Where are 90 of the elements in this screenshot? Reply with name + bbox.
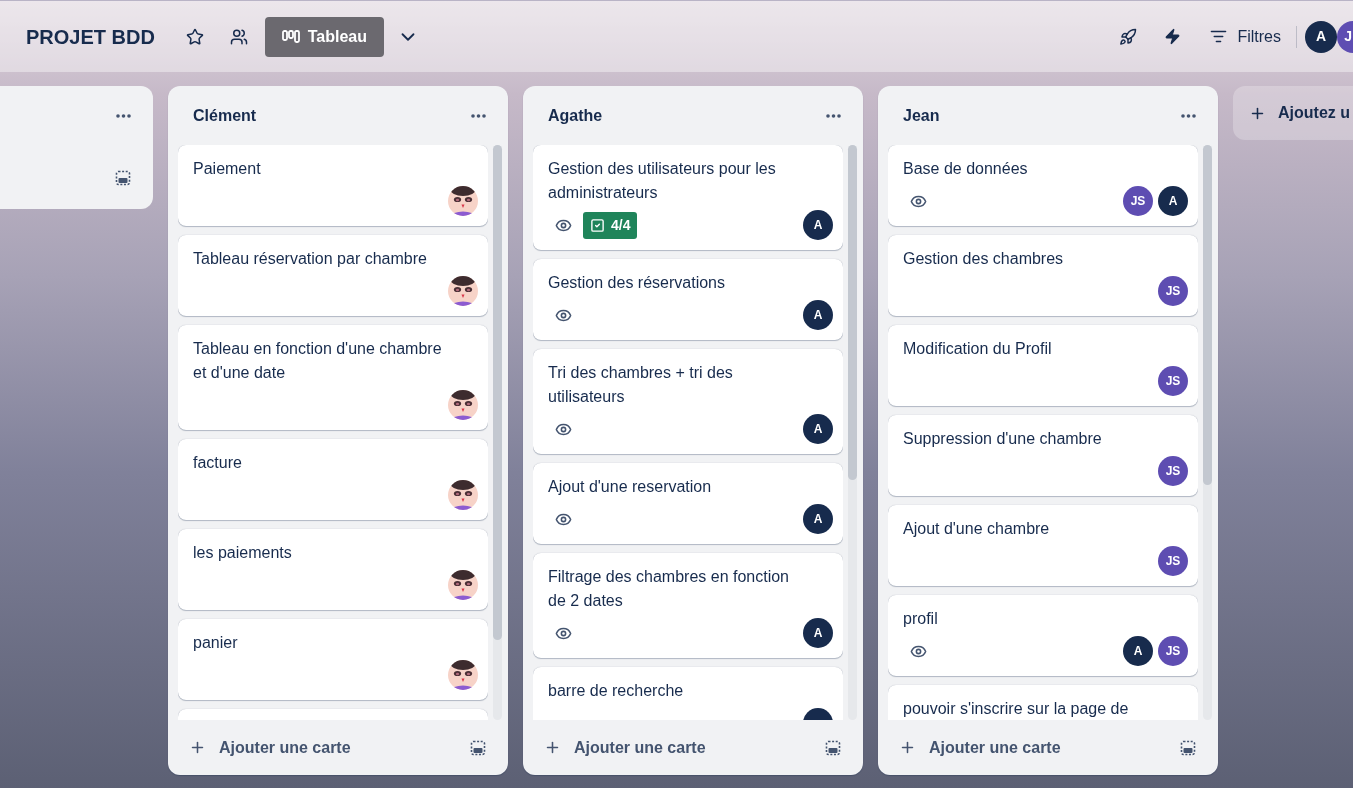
card[interactable]: Tri des chambres + tri des utilisateurs A bbox=[533, 349, 843, 454]
member-avatar[interactable]: A bbox=[1158, 186, 1188, 216]
card-title: facture bbox=[193, 453, 243, 473]
card[interactable]: facture bbox=[178, 439, 488, 520]
checkbox-icon bbox=[590, 217, 605, 233]
template-icon bbox=[1180, 739, 1196, 756]
member-avatar[interactable]: JS bbox=[1123, 186, 1153, 216]
add-card-button[interactable]: Ajouter une carte bbox=[178, 731, 363, 764]
card[interactable]: Gestion des utilisateurs pour les administrateurs 4/4 A bbox=[533, 145, 843, 250]
cartoon-avatar-icon bbox=[448, 390, 478, 420]
card-title: Gestion des réservations bbox=[548, 273, 726, 293]
board-icon bbox=[281, 30, 300, 43]
member-avatar[interactable]: A bbox=[1305, 20, 1337, 53]
ellipsis-icon bbox=[115, 114, 131, 118]
ellipsis-icon bbox=[825, 113, 841, 118]
filter-icon bbox=[1210, 28, 1228, 45]
card-title: Tri des chambres + tri des utilisateurs bbox=[548, 363, 734, 407]
list-title[interactable]: Agathe bbox=[548, 103, 603, 128]
scrollbar-thumb[interactable] bbox=[1203, 145, 1212, 485]
card[interactable]: Gestion des réservations A bbox=[533, 259, 843, 340]
card-title: Gestion des utilisateurs pour les administrateurs bbox=[548, 159, 777, 203]
member-avatar[interactable]: JS bbox=[1158, 546, 1188, 576]
member-avatar[interactable]: J bbox=[1337, 20, 1353, 53]
scrollbar-thumb[interactable] bbox=[848, 145, 857, 480]
list-title[interactable]: Clément bbox=[193, 103, 257, 128]
add-list-button[interactable]: Ajoutez u bbox=[1233, 86, 1353, 140]
card-title: Base de données bbox=[903, 159, 1029, 179]
card[interactable]: Base de données JS A bbox=[888, 145, 1198, 226]
cartoon-avatar-icon bbox=[448, 186, 478, 216]
card-title: Tableau en fonction d'une chambre et d'une date bbox=[193, 339, 443, 383]
card[interactable]: Filtrage des chambres en fonction de 2 dates A bbox=[533, 553, 843, 658]
card-title: barre de recherche bbox=[548, 681, 685, 701]
filter-button[interactable]: Filtres bbox=[1204, 20, 1287, 53]
card-title: Gestion des chambres bbox=[903, 249, 1065, 269]
template-icon bbox=[115, 170, 131, 186]
member-avatar[interactable]: JS bbox=[1158, 366, 1188, 396]
card-title: Ajout d'une reservation bbox=[548, 477, 713, 497]
card[interactable]: profil A JS bbox=[888, 595, 1198, 676]
member-avatar[interactable]: A bbox=[803, 210, 833, 240]
cartoon-avatar-icon bbox=[448, 660, 478, 690]
card-title: Paiement bbox=[193, 159, 262, 179]
card[interactable]: Tableau en fonction d'une chambre et d'une date bbox=[178, 325, 488, 430]
member-avatar[interactable]: A bbox=[803, 300, 833, 330]
list-title[interactable]: Jean bbox=[903, 103, 940, 128]
card-title: Tableau réservation par chambre bbox=[193, 249, 428, 269]
ellipsis-icon bbox=[470, 113, 486, 118]
view-button[interactable]: Tableau bbox=[264, 16, 384, 57]
member-avatar[interactable]: A bbox=[803, 504, 833, 534]
member-avatar[interactable]: A bbox=[803, 414, 833, 444]
checklist-badge: 4/4 bbox=[583, 211, 638, 239]
add-card-button[interactable]: Ajouter une carte bbox=[533, 731, 718, 764]
member-avatar[interactable]: A bbox=[803, 618, 833, 648]
card[interactable]: Ajout d'une reservation A bbox=[533, 463, 843, 544]
card-title: les paiements bbox=[193, 543, 293, 563]
card[interactable]: barre de recherche bbox=[533, 667, 843, 720]
add-card-button[interactable]: Ajouter une carte bbox=[888, 731, 1073, 764]
card-title: Ajout d'une chambre bbox=[903, 519, 1051, 539]
card-title: Suppression d'une chambre bbox=[903, 429, 1103, 449]
cartoon-avatar-icon bbox=[448, 276, 478, 306]
board-title[interactable]: PROJET BDD bbox=[26, 21, 155, 52]
card[interactable]: Suppression d'une chambre JS bbox=[888, 415, 1198, 496]
member-avatar[interactable]: A bbox=[1123, 636, 1153, 666]
star-icon bbox=[185, 27, 204, 46]
plus-icon bbox=[189, 739, 206, 756]
card[interactable]: Modification du Profil JS bbox=[888, 325, 1198, 406]
card[interactable]: Ajout d'une chambre JS bbox=[888, 505, 1198, 586]
card[interactable]: les paiements bbox=[178, 529, 488, 610]
card[interactable]: Tableau réservation par chambre bbox=[178, 235, 488, 316]
member-avatar[interactable]: JS bbox=[1158, 636, 1188, 666]
cartoon-avatar-icon bbox=[448, 570, 478, 600]
card-title: Modification du Profil bbox=[903, 339, 1053, 359]
card-title: Filtrage des chambres en fonction de 2 dates bbox=[548, 567, 790, 611]
card-title: profil bbox=[903, 609, 939, 629]
plus-icon bbox=[544, 739, 561, 756]
member-avatar[interactable]: JS bbox=[1158, 276, 1188, 306]
card[interactable]: Gestion des chambres JS bbox=[888, 235, 1198, 316]
template-icon bbox=[825, 739, 841, 756]
card[interactable]: Paiement bbox=[178, 145, 488, 226]
template-icon bbox=[470, 739, 486, 756]
member-avatar[interactable]: JS bbox=[1158, 456, 1188, 486]
rocket-icon bbox=[1119, 27, 1138, 46]
ellipsis-icon bbox=[1180, 113, 1196, 118]
cartoon-avatar-icon bbox=[448, 480, 478, 510]
lightning-icon bbox=[1163, 28, 1181, 45]
people-icon bbox=[229, 27, 248, 46]
plus-icon bbox=[899, 739, 916, 756]
card[interactable]: pouvoir s'inscrire sur la page de bbox=[888, 685, 1198, 720]
card-title: panier bbox=[193, 633, 239, 653]
card[interactable]: panier bbox=[178, 619, 488, 700]
card-title: pouvoir s'inscrire sur la page de bbox=[903, 699, 1130, 719]
